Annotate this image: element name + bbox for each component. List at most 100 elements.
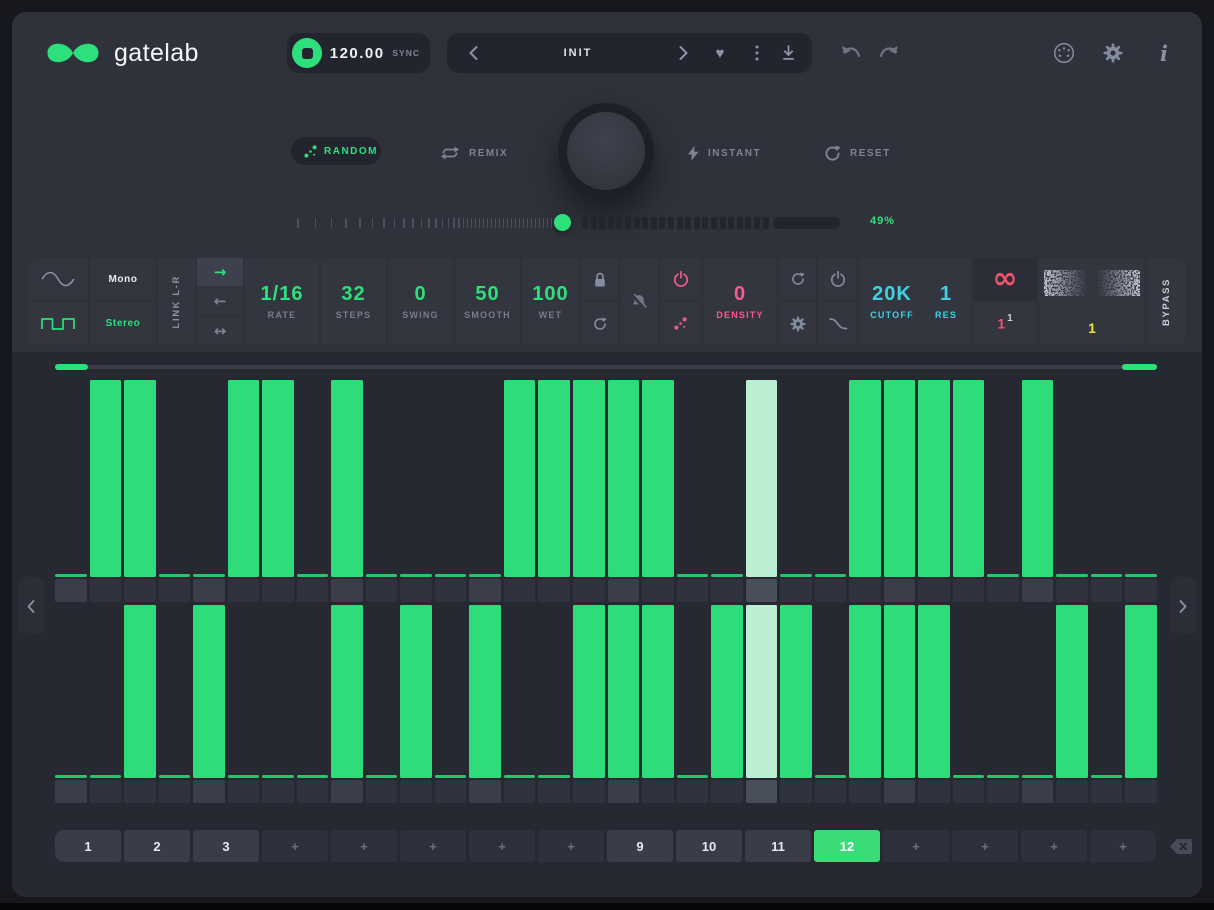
seq-step-top-30[interactable]: [1056, 380, 1088, 602]
random-amount-slider[interactable]: [295, 211, 840, 235]
redo-button[interactable]: [878, 45, 902, 63]
pattern-slot-10[interactable]: 10: [676, 830, 742, 862]
step-pad[interactable]: [884, 579, 916, 602]
seq-step-top-8[interactable]: [297, 380, 329, 602]
loop-end-marker[interactable]: [1122, 364, 1157, 370]
step-pad[interactable]: [918, 579, 950, 602]
cutoff-control[interactable]: 20K CUTOFF: [861, 258, 923, 345]
step-pad[interactable]: [711, 780, 743, 803]
seq-step-bottom-6[interactable]: [228, 605, 260, 803]
smooth-control[interactable]: 50 SMOOTH: [455, 258, 520, 345]
step-pad[interactable]: [262, 780, 294, 803]
seq-step-top-6[interactable]: [228, 380, 260, 602]
step-pad[interactable]: [608, 780, 640, 803]
step-pad[interactable]: [538, 579, 570, 602]
step-pad[interactable]: [1056, 780, 1088, 803]
seq-step-bottom-4[interactable]: [159, 605, 191, 803]
loop-range-bar[interactable]: [55, 364, 1157, 370]
res-control[interactable]: 1 RES: [923, 258, 969, 345]
pattern-slot-11[interactable]: 11: [745, 830, 811, 862]
step-pad[interactable]: [953, 780, 985, 803]
seq-step-top-7[interactable]: [262, 380, 294, 602]
slider-handle[interactable]: [554, 214, 571, 231]
step-pad[interactable]: [780, 780, 812, 803]
pattern-slot-14[interactable]: +: [952, 830, 1018, 862]
step-pad[interactable]: [435, 780, 467, 803]
step-pad[interactable]: [1022, 780, 1054, 803]
loop-length-control[interactable]: 11: [973, 302, 1037, 345]
step-pad[interactable]: [504, 579, 536, 602]
seq-step-bottom-26[interactable]: [918, 605, 950, 803]
seq-step-top-15[interactable]: [538, 380, 570, 602]
seq-step-bottom-7[interactable]: [262, 605, 294, 803]
step-pad[interactable]: [228, 579, 260, 602]
pattern-slot-2[interactable]: 2: [124, 830, 190, 862]
seq-step-bottom-21[interactable]: [746, 605, 778, 803]
step-pad[interactable]: [538, 780, 570, 803]
save-preset-button[interactable]: [773, 33, 803, 73]
step-pad[interactable]: [815, 780, 847, 803]
link-lr-toggle[interactable]: LINK L-R: [158, 258, 195, 345]
step-pad[interactable]: [1022, 579, 1054, 602]
seq-step-top-12[interactable]: [435, 380, 467, 602]
pattern-slot-7[interactable]: +: [469, 830, 535, 862]
step-pad[interactable]: [297, 579, 329, 602]
seq-step-bottom-23[interactable]: [815, 605, 847, 803]
seq-step-bottom-19[interactable]: [677, 605, 709, 803]
seq-step-bottom-5[interactable]: [193, 605, 225, 803]
pattern-slot-16[interactable]: +: [1090, 830, 1156, 862]
seq-step-bottom-2[interactable]: [90, 605, 122, 803]
step-pad[interactable]: [400, 579, 432, 602]
play-stop-button[interactable]: [292, 38, 322, 68]
step-pad[interactable]: [55, 579, 87, 602]
step-pad[interactable]: [953, 579, 985, 602]
step-pad[interactable]: [366, 780, 398, 803]
seq-step-top-27[interactable]: [953, 380, 985, 602]
loop-start-marker[interactable]: [55, 364, 88, 370]
seq-step-top-1[interactable]: [55, 380, 87, 602]
density-control[interactable]: 0 DENSITY: [703, 258, 777, 345]
filter-controls[interactable]: 20K CUTOFF 1 RES: [859, 258, 971, 345]
step-pad[interactable]: [504, 780, 536, 803]
pattern-slot-13[interactable]: +: [883, 830, 949, 862]
step-pad[interactable]: [1056, 579, 1088, 602]
step-pad[interactable]: [55, 780, 87, 803]
reset-button[interactable]: RESET: [824, 143, 891, 163]
seq-step-top-24[interactable]: [849, 380, 881, 602]
step-pad[interactable]: [642, 579, 674, 602]
step-pad[interactable]: [746, 780, 778, 803]
seq-step-top-3[interactable]: [124, 380, 156, 602]
pattern-slot-9[interactable]: 9: [607, 830, 673, 862]
seq-step-top-5[interactable]: [193, 380, 225, 602]
midi-settings-button[interactable]: [1052, 41, 1076, 65]
bpm-value[interactable]: 120.00: [322, 45, 392, 62]
seq-step-top-17[interactable]: [608, 380, 640, 602]
seq-step-bottom-15[interactable]: [538, 605, 570, 803]
step-pad[interactable]: [849, 579, 881, 602]
step-pad[interactable]: [400, 780, 432, 803]
pattern-slot-1[interactable]: 1: [55, 830, 121, 862]
step-pad[interactable]: [1091, 579, 1123, 602]
step-pad[interactable]: [780, 579, 812, 602]
step-pad[interactable]: [90, 780, 122, 803]
step-pad[interactable]: [124, 780, 156, 803]
seq-step-top-21[interactable]: [746, 380, 778, 602]
seq-step-top-14[interactable]: [504, 380, 536, 602]
step-pad[interactable]: [987, 780, 1019, 803]
step-pad[interactable]: [469, 780, 501, 803]
seq-step-bottom-27[interactable]: [953, 605, 985, 803]
direction-forward-button[interactable]: →: [197, 258, 243, 286]
step-pad[interactable]: [331, 780, 363, 803]
seq-step-bottom-11[interactable]: [400, 605, 432, 803]
step-pad[interactable]: [711, 579, 743, 602]
seq-step-bottom-24[interactable]: [849, 605, 881, 803]
seq-step-bottom-1[interactable]: [55, 605, 87, 803]
step-pad[interactable]: [746, 579, 778, 602]
step-pad[interactable]: [918, 780, 950, 803]
steps-control[interactable]: 32 STEPS: [321, 258, 386, 345]
seq-step-top-4[interactable]: [159, 380, 191, 602]
step-pad[interactable]: [1125, 780, 1157, 803]
step-pad[interactable]: [573, 780, 605, 803]
random-button[interactable]: RANDOM: [291, 137, 381, 165]
step-pad[interactable]: [435, 579, 467, 602]
